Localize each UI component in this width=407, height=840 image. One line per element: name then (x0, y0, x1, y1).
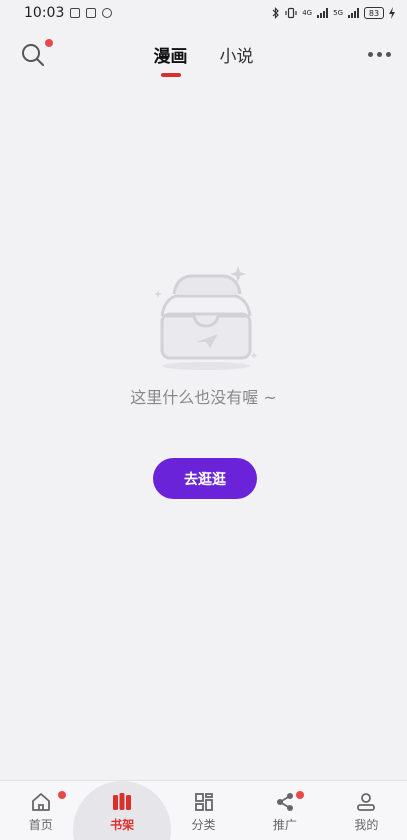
bookshelf-icon (113, 793, 132, 810)
category-icon (194, 793, 213, 811)
signal-icon-1 (317, 8, 329, 18)
signal-icon-2 (348, 8, 359, 18)
more-icon-dot (386, 52, 391, 57)
status-bar: 10:03 4G 5G 83 (0, 0, 407, 26)
vibrate-icon (285, 7, 297, 19)
nav-label-promote: 推广 (272, 818, 297, 832)
network-type-2: 5G (333, 8, 343, 17)
home-badge-dot (58, 791, 66, 799)
top-nav: 漫画 小说 (0, 30, 407, 80)
nav-item-home[interactable]: 首页 (0, 781, 81, 840)
nav-item-bookshelf[interactable]: 书架 (81, 781, 162, 840)
bottom-nav: 首页 书架 分类 推广 我的 (0, 780, 407, 840)
empty-message: 这里什么也没有喔 ~ (130, 388, 277, 407)
nav-item-category[interactable]: 分类 (163, 781, 244, 840)
nav-item-mine[interactable]: 我的 (326, 781, 407, 840)
more-icon-dot (368, 52, 373, 57)
charging-icon (389, 7, 395, 19)
tab-novel[interactable]: 小说 (220, 42, 254, 77)
nav-label-bookshelf: 书架 (110, 818, 135, 832)
gallery-status-icon (70, 8, 81, 18)
battery-icon: 83 (364, 7, 384, 19)
tab-manhua[interactable]: 漫画 (154, 42, 188, 77)
bluetooth-icon (272, 7, 280, 19)
network-type-1: 4G (302, 8, 313, 17)
empty-box-icon (154, 266, 258, 370)
browse-button[interactable]: 去逛逛 (153, 458, 257, 499)
nav-item-promote[interactable]: 推广 (244, 781, 325, 840)
more-icon-dot (377, 52, 382, 57)
promote-badge-dot (296, 791, 305, 799)
nav-label-category: 分类 (191, 818, 216, 832)
nav-label-mine: 我的 (354, 818, 379, 832)
nav-label-home: 首页 (28, 818, 53, 832)
user-icon (357, 793, 376, 811)
status-right: 4G 5G 83 (272, 7, 395, 19)
status-left: 10:03 (24, 5, 113, 21)
status-time: 10:03 (24, 5, 65, 21)
more-button[interactable] (368, 52, 391, 57)
alarm-status-icon (102, 8, 113, 18)
content-tabs: 漫画 小说 (0, 42, 407, 77)
nfc-status-icon (86, 8, 97, 18)
share-icon (276, 793, 293, 811)
home-icon (31, 793, 50, 811)
